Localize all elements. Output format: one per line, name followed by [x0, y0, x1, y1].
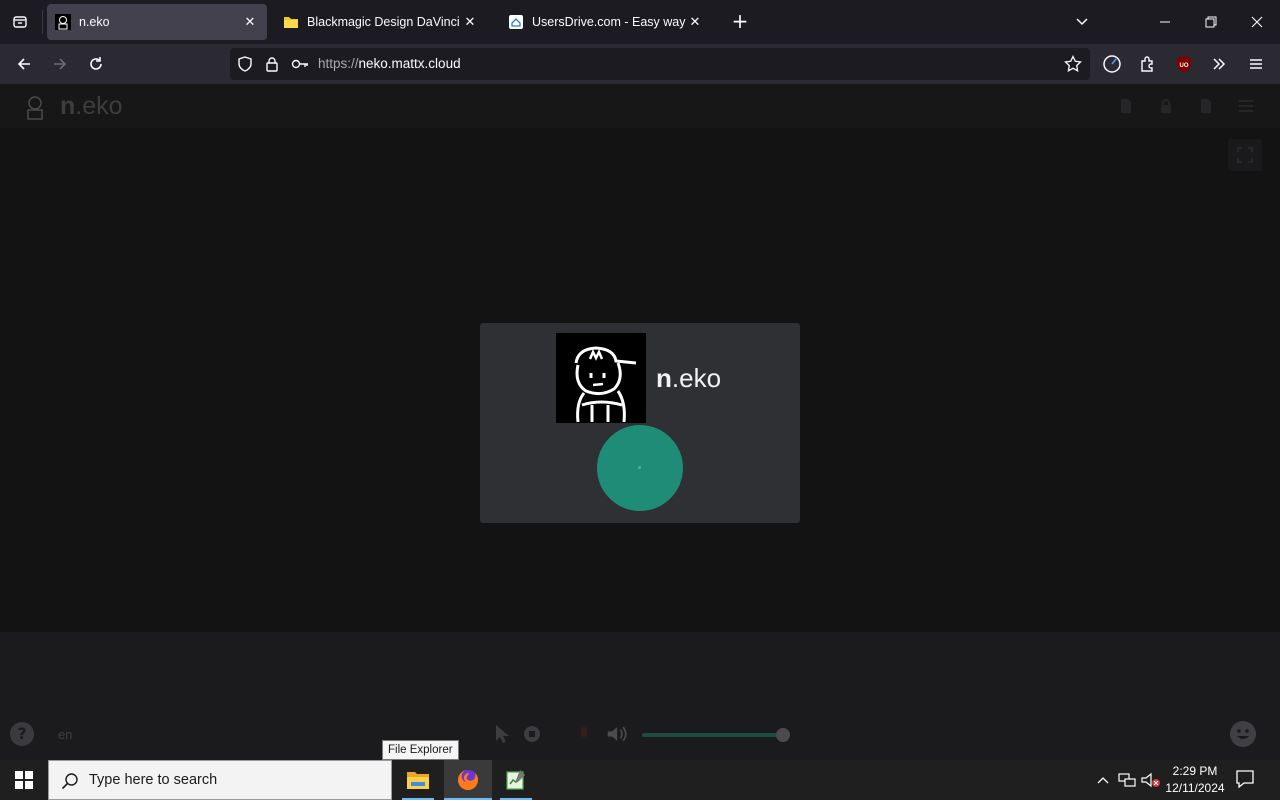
search-placeholder: Type here to search: [89, 772, 218, 788]
language-selector[interactable]: en: [58, 727, 72, 742]
connect-loader: [597, 425, 683, 511]
file-explorer-tooltip: File Explorer: [382, 740, 459, 760]
cursor-icon[interactable]: [490, 722, 514, 746]
fullscreen-icon[interactable]: [1228, 139, 1262, 171]
connect-title: n.eko: [656, 363, 721, 394]
key-icon[interactable]: [291, 55, 309, 73]
lock-icon[interactable]: [1158, 98, 1174, 114]
record-icon[interactable]: [520, 722, 544, 746]
clock-date: 12/11/2024: [1165, 781, 1225, 795]
title-bold: n: [60, 92, 76, 120]
chevron-down-icon[interactable]: [1070, 10, 1094, 34]
notepad-icon[interactable]: [492, 760, 540, 800]
title-rest: .eko: [75, 92, 123, 120]
network-icon[interactable]: [1117, 770, 1137, 790]
tab-title: UsersDrive.com - Easy way to s: [532, 15, 686, 29]
neko-page: n.eko n.eko ? en: [0, 84, 1280, 760]
timer-icon[interactable]: [1098, 50, 1126, 78]
volume-slider-handle[interactable]: [776, 728, 790, 742]
file-explorer-icon[interactable]: [394, 760, 442, 800]
list-all-tabs-icon[interactable]: [6, 8, 34, 36]
close-tab-icon[interactable]: ✕: [241, 13, 259, 31]
emoji-icon[interactable]: [1230, 721, 1256, 747]
restore-button[interactable]: [1188, 6, 1234, 38]
tab-davinci[interactable]: Blackmagic Design DaVinci Res ✕: [275, 4, 487, 40]
lock-icon[interactable]: [263, 55, 281, 73]
file-icon[interactable]: [1198, 98, 1214, 114]
document-icon[interactable]: [1118, 98, 1134, 114]
url-bar[interactable]: https://neko.mattx.cloud: [230, 48, 1090, 80]
neko-favicon: [55, 14, 71, 30]
taskbar-clock[interactable]: 2:29 PM 12/11/2024: [1160, 763, 1230, 797]
windows-start-icon[interactable]: [0, 760, 48, 800]
menu-icon[interactable]: [1242, 50, 1270, 78]
overflow-icon[interactable]: [1205, 50, 1233, 78]
folder-favicon: [283, 14, 299, 30]
ublock-icon[interactable]: UO: [1170, 50, 1198, 78]
url-scheme: https://: [318, 56, 359, 71]
url-domain: neko.mattx.cloud: [358, 56, 461, 71]
navigation-toolbar: https://neko.mattx.cloud UO: [0, 44, 1280, 84]
minimize-button[interactable]: [1142, 6, 1188, 38]
usersdrive-favicon: [508, 14, 524, 30]
title-bold: n: [656, 363, 672, 393]
tab-title: n.eko: [79, 15, 110, 29]
hamburger-icon[interactable]: [1238, 98, 1254, 114]
title-rest: .eko: [671, 363, 722, 393]
close-tab-icon[interactable]: ✕: [461, 13, 479, 31]
search-icon: [61, 772, 79, 790]
extensions-icon[interactable]: [1134, 50, 1162, 78]
notification-icon[interactable]: [1234, 769, 1258, 791]
speaker-muted-icon[interactable]: [1141, 770, 1161, 790]
volume-slider[interactable]: [642, 733, 782, 737]
microphone-icon[interactable]: [572, 722, 596, 746]
clock-time: 2:29 PM: [1172, 764, 1218, 778]
bookmark-star-icon[interactable]: [1064, 55, 1082, 73]
svg-text:UO: UO: [1180, 63, 1189, 69]
chevron-up-icon[interactable]: [1093, 770, 1113, 790]
close-tab-icon[interactable]: ✕: [686, 13, 704, 31]
windows-taskbar: Type here to search 2:29 PM 12/11/2024: [0, 760, 1280, 800]
loader-dot: [638, 466, 641, 469]
new-tab-button[interactable]: +: [728, 10, 752, 34]
tab-title: Blackmagic Design DaVinci Res: [307, 15, 461, 29]
reload-icon[interactable]: [82, 50, 110, 78]
firefox-icon[interactable]: [444, 760, 492, 800]
neko-avatar: [556, 333, 646, 423]
url-text[interactable]: https://neko.mattx.cloud: [318, 56, 461, 71]
back-icon[interactable]: [10, 50, 38, 78]
tab-strip-separator: [42, 10, 43, 34]
neko-controls-footer: [0, 632, 1280, 760]
forward-icon[interactable]: [46, 50, 74, 78]
help-icon[interactable]: ?: [10, 722, 34, 746]
taskbar-search-box[interactable]: Type here to search: [48, 760, 392, 800]
volume-icon[interactable]: [606, 722, 630, 746]
connect-dialog: n.eko: [480, 323, 800, 523]
shield-icon[interactable]: [236, 55, 254, 73]
close-window-button[interactable]: [1234, 6, 1280, 38]
tab-usersdrive[interactable]: UsersDrive.com - Easy way to s ✕: [500, 4, 712, 40]
neko-header: n.eko: [0, 84, 1280, 128]
neko-header-title: n.eko: [60, 92, 123, 121]
tab-neko[interactable]: n.eko ✕: [47, 4, 267, 40]
tab-strip: n.eko ✕ Blackmagic Design DaVinci Res ✕ …: [0, 0, 1280, 44]
neko-logo-icon: [22, 94, 48, 120]
